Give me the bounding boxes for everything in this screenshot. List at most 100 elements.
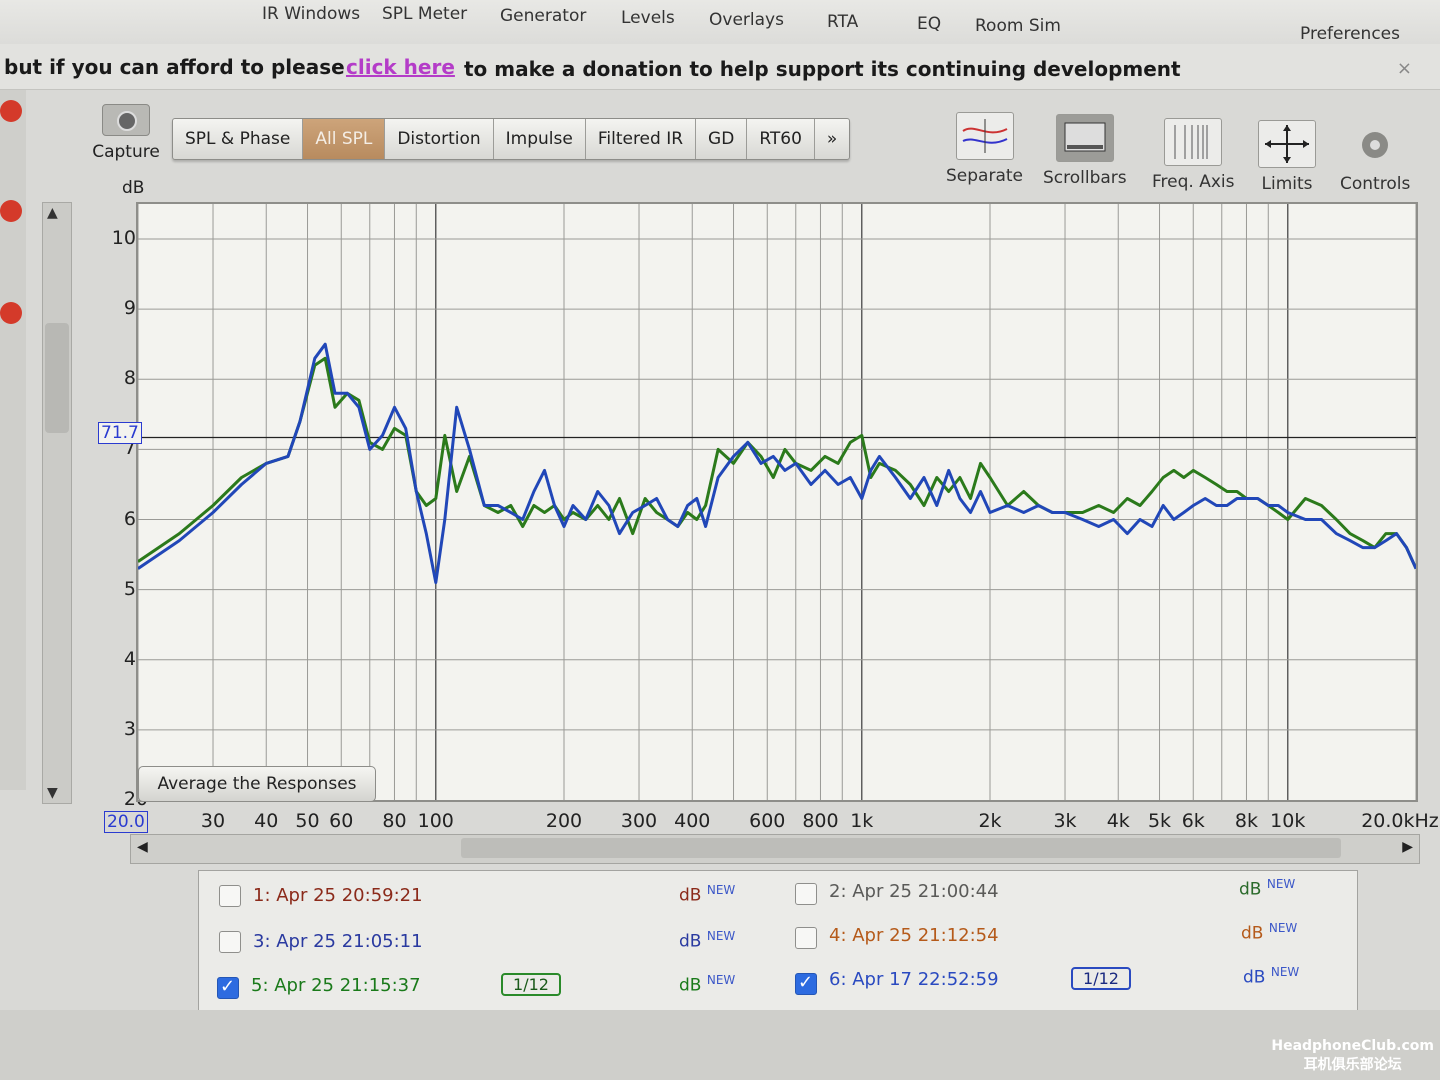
db-text: dB (1239, 879, 1262, 900)
db-text: dB (1241, 923, 1264, 944)
banner-close-icon[interactable]: × (1397, 54, 1412, 84)
measurement-3-checkbox[interactable] (219, 931, 241, 953)
x-tick-label: 20.0kHz (1361, 810, 1439, 832)
tab-distortion[interactable]: Distortion (385, 119, 494, 159)
measurement-3-label: 3: Apr 25 21:05:11 (253, 931, 423, 952)
tab-rt60[interactable]: RT60 (747, 119, 815, 159)
measurement-2-checkbox[interactable] (795, 883, 817, 905)
controls-button[interactable]: Controls (1340, 122, 1410, 194)
measurement-4-checkbox[interactable] (795, 927, 817, 949)
tab-gd[interactable]: GD (696, 119, 748, 159)
measurement-legend: 1: Apr 25 20:59:21 dB NEW 2: Apr 25 21:0… (198, 870, 1358, 1012)
x-tick-label: 8k (1234, 810, 1259, 832)
measurement-4-db[interactable]: dB NEW (1241, 921, 1297, 944)
measurement-1-checkbox[interactable] (219, 885, 241, 907)
smoothing-den: 12 (528, 975, 549, 994)
new-text: NEW (1270, 965, 1300, 979)
measurement-2-db[interactable]: dB NEW (1239, 877, 1295, 900)
marker-level-box[interactable]: 71.7 (98, 422, 142, 444)
scroll-left-icon[interactable]: ◀ (137, 839, 148, 855)
menu-preferences[interactable]: Preferences (1300, 24, 1400, 44)
close-icon[interactable] (0, 302, 22, 324)
separate-button[interactable]: Separate (946, 112, 1023, 186)
x-tick-label: 800 (802, 810, 839, 832)
horizontal-scroll-thumb[interactable] (461, 838, 1341, 858)
db-text: dB (679, 975, 702, 996)
limits-icon (1258, 120, 1316, 168)
tab-all-spl[interactable]: All SPL (303, 119, 386, 159)
measurement-1-db[interactable]: dB NEW (679, 883, 735, 906)
new-text: NEW (706, 883, 736, 897)
scrollbars-label: Scrollbars (1043, 168, 1127, 188)
watermark: HeadphoneClub.com 耳机俱乐部论坛 (1271, 1038, 1434, 1074)
vertical-scroll-thumb[interactable] (45, 323, 69, 433)
separate-label: Separate (946, 166, 1023, 186)
x-tick-label: 6k (1181, 810, 1205, 832)
gear-icon (1347, 122, 1403, 168)
tab-more[interactable]: » (815, 119, 849, 159)
banner-text-pre: but if you can afford to please (4, 55, 345, 79)
tab-filtered-ir[interactable]: Filtered IR (586, 119, 697, 159)
measurement-6-checkbox[interactable] (795, 972, 817, 995)
scroll-right-icon[interactable]: ▶ (1402, 839, 1413, 855)
x-tick-label: 30 (200, 810, 226, 832)
y-axis-label: dB (122, 178, 145, 198)
vertical-scrollbar[interactable]: ▲ ▼ (42, 202, 72, 804)
controls-label: Controls (1340, 174, 1411, 194)
measurement-6-smoothing[interactable]: 1/12 (1071, 967, 1131, 990)
measurement-6-db[interactable]: dB NEW (1243, 965, 1299, 988)
measurement-3-db[interactable]: dB NEW (679, 929, 735, 952)
menu-ir-windows[interactable]: IR Windows (262, 4, 360, 24)
x-tick-label: 10k (1270, 810, 1306, 832)
menu-eq[interactable]: EQ (917, 14, 941, 34)
menu-spl-meter[interactable]: SPL Meter (382, 4, 467, 24)
smoothing-num: 1 (513, 975, 524, 994)
measurement-4-label: 4: Apr 25 21:12:54 (829, 925, 999, 946)
smoothing-num: 1 (1083, 969, 1094, 988)
capture-button[interactable]: Capture (88, 104, 164, 162)
x-tick-label: 50 (295, 810, 320, 832)
series-line-1 (138, 356, 1416, 570)
menu-overlays[interactable]: Overlays (709, 10, 784, 30)
scroll-down-icon[interactable]: ▼ (47, 785, 58, 801)
measurement-5-label: 5: Apr 25 21:15:37 (251, 975, 421, 996)
db-text: dB (679, 931, 702, 952)
left-measurement-strip (0, 90, 26, 790)
scrollbars-button[interactable]: Scrollbars (1043, 114, 1127, 188)
x-tick-label: 5k (1147, 810, 1172, 832)
watermark-line1: HeadphoneClub.com (1271, 1038, 1434, 1054)
close-icon[interactable] (0, 100, 22, 122)
spl-plot-area[interactable] (136, 202, 1418, 802)
x-start-box[interactable]: 20.0 (104, 811, 148, 833)
donation-banner: but if you can afford to please click he… (0, 44, 1440, 90)
measurement-5-db[interactable]: dB NEW (679, 973, 735, 996)
x-tick-label: 1k (850, 810, 874, 832)
scroll-up-icon[interactable]: ▲ (47, 205, 58, 221)
horizontal-scrollbar[interactable]: ◀ ▶ (130, 834, 1420, 864)
menu-room-sim[interactable]: Room Sim (975, 16, 1061, 36)
freq-axis-button[interactable]: Freq. Axis (1152, 118, 1235, 192)
measurement-5-checkbox[interactable] (217, 976, 239, 999)
limits-button[interactable]: Limits (1258, 120, 1316, 194)
bottom-panel (0, 1010, 1440, 1080)
separate-icon (955, 112, 1014, 160)
tab-impulse[interactable]: Impulse (494, 119, 586, 159)
db-text: dB (1243, 967, 1266, 988)
freq-axis-icon (1164, 118, 1223, 166)
donation-link[interactable]: click here (346, 52, 455, 82)
tab-spl-phase[interactable]: SPL & Phase (173, 119, 304, 159)
measurement-5-smoothing[interactable]: 1/12 (501, 973, 561, 996)
close-icon[interactable] (0, 200, 22, 222)
menu-generator[interactable]: Generator (500, 6, 586, 26)
smoothing-den: 12 (1098, 969, 1119, 988)
menu-levels[interactable]: Levels (621, 8, 675, 28)
average-responses-button[interactable]: Average the Responses (138, 766, 376, 802)
freq-axis-label: Freq. Axis (1152, 172, 1235, 192)
x-tick-label: 300 (620, 810, 658, 832)
menu-rta[interactable]: RTA (827, 12, 858, 32)
new-text: NEW (706, 929, 736, 943)
x-tick-label: 2k (978, 810, 1002, 832)
limits-label: Limits (1261, 174, 1313, 194)
x-tick-label: 3k (1053, 810, 1077, 832)
db-text: dB (679, 885, 702, 906)
